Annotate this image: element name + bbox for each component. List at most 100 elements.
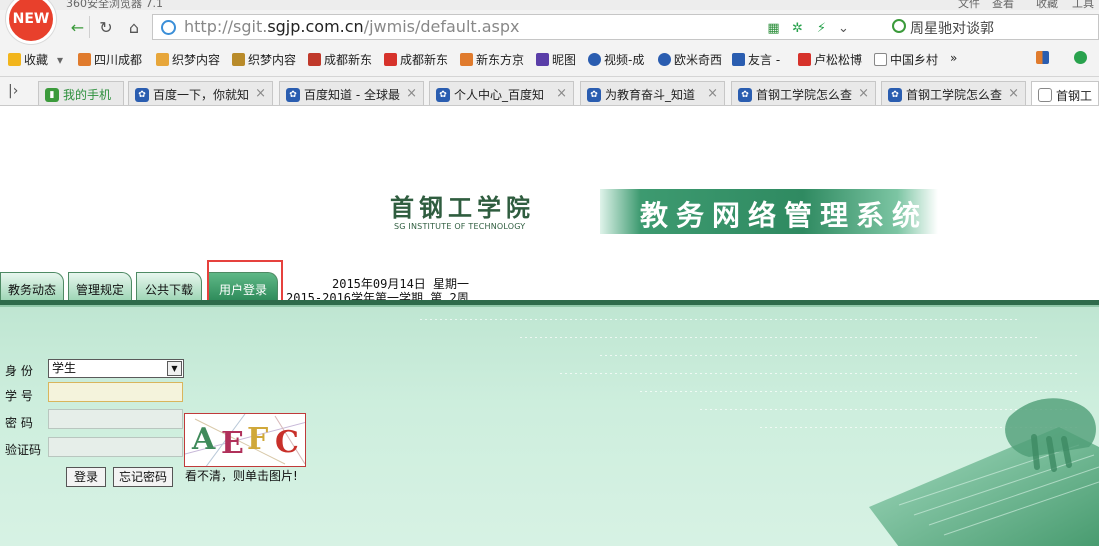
tab-item[interactable]: ✿ 百度知道 - 全球最 ×	[279, 81, 424, 105]
tab-strip: |› ▮ 我的手机 ✿ 百度一下，你就知 × ✿ 百度知道 - 全球最 × ✿ 个人中心_百…	[0, 76, 1099, 105]
bookmark-icon	[588, 53, 601, 66]
window-title-strip: 360安全浏览器 7.1 文件 查看 收藏 工具	[0, 0, 1099, 10]
phone-icon: ▮	[45, 87, 59, 102]
decorative-dots	[600, 355, 1080, 356]
bookmark-item[interactable]: 视频-成	[588, 51, 644, 68]
school-name: 首钢工学院	[390, 193, 535, 222]
search-box[interactable]: 周星驰对谈郭	[886, 14, 1099, 40]
password-label: 密 码	[5, 416, 33, 430]
student-number-label: 学 号	[5, 389, 33, 403]
sidebar-toggle-icon[interactable]: |›	[8, 83, 18, 99]
close-icon[interactable]: ×	[556, 86, 567, 101]
web-page: 首钢工学院 SG INSTITUTE OF TECHNOLOGY 教务网络管理系…	[0, 106, 1099, 546]
navigation-row: ← ↻ ⌂ http://sgit.sgjp.com.cn/jwmis/defa…	[60, 12, 1099, 42]
student-number-input[interactable]	[48, 382, 183, 402]
bookmarks-bar: 收藏 ▾ 四川成都 织梦内容 织梦内容 成都新东 成都新东 新东方京 昵图 视频-…	[0, 44, 1099, 74]
chevron-down-icon[interactable]: ⌄	[836, 21, 851, 36]
bookmark-item[interactable]: 友言 -	[732, 51, 780, 68]
bookmark-icon	[78, 53, 91, 66]
captcha-hint: 看不清，则单击图片!	[185, 469, 298, 483]
close-icon[interactable]: ×	[255, 86, 266, 101]
identity-select[interactable]: 学生 ▼	[48, 359, 184, 378]
captcha-letter: A	[192, 422, 216, 457]
bookmark-item[interactable]: 成都新东	[308, 51, 372, 68]
baidu-paw-icon: ✿	[738, 87, 752, 102]
tab-item[interactable]: ✿ 百度一下，你就知 ×	[128, 81, 273, 105]
bookmark-icon	[232, 53, 245, 66]
bookmark-icon	[384, 53, 397, 66]
identity-selected-value: 学生	[52, 361, 77, 375]
captcha-letter: F	[247, 422, 269, 457]
apps-icon[interactable]	[1036, 51, 1049, 64]
keyboard-hand-illustration	[869, 398, 1099, 546]
menu-favorites[interactable]: 收藏	[1036, 0, 1058, 11]
school-name-english: SG INSTITUTE OF TECHNOLOGY	[394, 222, 526, 231]
bookmark-item[interactable]: 中国乡村	[874, 51, 938, 68]
decorative-dots	[520, 337, 1040, 338]
calendar-icon[interactable]: ▦	[766, 21, 781, 36]
bookmark-item[interactable]: 成都新东	[384, 51, 448, 68]
password-input[interactable]	[48, 409, 183, 429]
tab-active[interactable]: 首钢工	[1031, 81, 1099, 105]
tab-item[interactable]: ✿ 为教育奋斗_知道 ×	[580, 81, 725, 105]
extension-icon[interactable]: ✲	[790, 21, 805, 36]
close-icon[interactable]: ×	[707, 86, 718, 101]
bookmark-item[interactable]: 欧米奇西	[658, 51, 722, 68]
site-menu: 教务动态 管理规定 公共下载 用户登录 2015年09月14日 星期一 2015…	[0, 270, 1099, 305]
browser-logo-new-badge[interactable]: NEW	[6, 0, 56, 44]
menu-tab-downloads[interactable]: 公共下载	[136, 272, 202, 300]
captcha-label: 验证码	[5, 443, 42, 457]
bookmark-icon	[460, 53, 473, 66]
search-icon	[892, 19, 906, 33]
bookmark-item[interactable]: 卢松松博	[798, 51, 862, 68]
close-icon[interactable]: ×	[858, 86, 869, 101]
baidu-paw-icon: ✿	[436, 87, 450, 102]
login-button[interactable]: 登录	[66, 467, 106, 487]
identity-label: 身 份	[5, 364, 33, 378]
captcha-image[interactable]: A E F C	[184, 413, 306, 467]
reload-button[interactable]: ↻	[94, 16, 118, 38]
bookmarks-more-button[interactable]: »	[950, 51, 957, 65]
bookmark-item[interactable]: 昵图	[536, 51, 576, 68]
tab-item[interactable]: ✿ 首钢工学院怎么查 ×	[881, 81, 1026, 105]
bookmark-icon	[156, 53, 169, 66]
home-button[interactable]: ⌂	[122, 16, 146, 38]
login-panel: 身 份 学生 ▼ 学 号 密 码 验证码 A E F C 登录 忘记密码 看不清，…	[0, 307, 1099, 546]
decorative-dots	[560, 373, 1080, 374]
menu-view[interactable]: 查看	[992, 0, 1014, 11]
flash-icon[interactable]: ⚡	[814, 21, 829, 36]
baidu-paw-icon: ✿	[587, 87, 601, 102]
bookmark-item[interactable]: 四川成都	[78, 51, 142, 68]
bookmark-icon	[536, 53, 549, 66]
bookmark-icon	[658, 53, 671, 66]
bookmark-icon	[732, 53, 745, 66]
tab-my-phone[interactable]: ▮ 我的手机	[38, 81, 124, 105]
window-title: 360安全浏览器 7.1	[66, 0, 163, 10]
menu-tab-news[interactable]: 教务动态	[0, 272, 64, 300]
bookmark-item[interactable]: 新东方京	[460, 51, 524, 68]
captcha-letter: E	[221, 426, 244, 461]
site-globe-icon	[161, 20, 176, 35]
bookmark-item[interactable]: 织梦内容	[156, 51, 220, 68]
menu-tab-regulations[interactable]: 管理规定	[68, 272, 132, 300]
page-icon	[874, 53, 887, 66]
star-icon	[8, 53, 21, 66]
menu-file[interactable]: 文件	[958, 0, 980, 11]
captcha-input[interactable]	[48, 437, 183, 457]
tab-item[interactable]: ✿ 个人中心_百度知 ×	[429, 81, 574, 105]
bookmark-item[interactable]: 织梦内容	[232, 51, 296, 68]
dropdown-arrow-icon[interactable]: ▼	[167, 361, 182, 376]
address-bar[interactable]: http://sgit.sgjp.com.cn/jwmis/default.as…	[152, 14, 890, 40]
shield-icon[interactable]	[1074, 51, 1087, 64]
menu-tools[interactable]: 工具	[1072, 0, 1094, 11]
browser-chrome: 360安全浏览器 7.1 文件 查看 收藏 工具 NEW ← ↻ ⌂ http:…	[0, 0, 1099, 106]
back-button[interactable]: ←	[66, 16, 90, 38]
tab-item[interactable]: ✿ 首钢工学院怎么查 ×	[731, 81, 876, 105]
forgot-password-button[interactable]: 忘记密码	[113, 467, 173, 487]
system-title: 教务网络管理系统	[640, 199, 929, 232]
baidu-paw-icon: ✿	[135, 87, 149, 102]
bookmark-favorites[interactable]: 收藏 ▾	[8, 51, 63, 68]
decorative-dots	[420, 319, 1020, 320]
close-icon[interactable]: ×	[406, 86, 417, 101]
close-icon[interactable]: ×	[1008, 86, 1019, 101]
